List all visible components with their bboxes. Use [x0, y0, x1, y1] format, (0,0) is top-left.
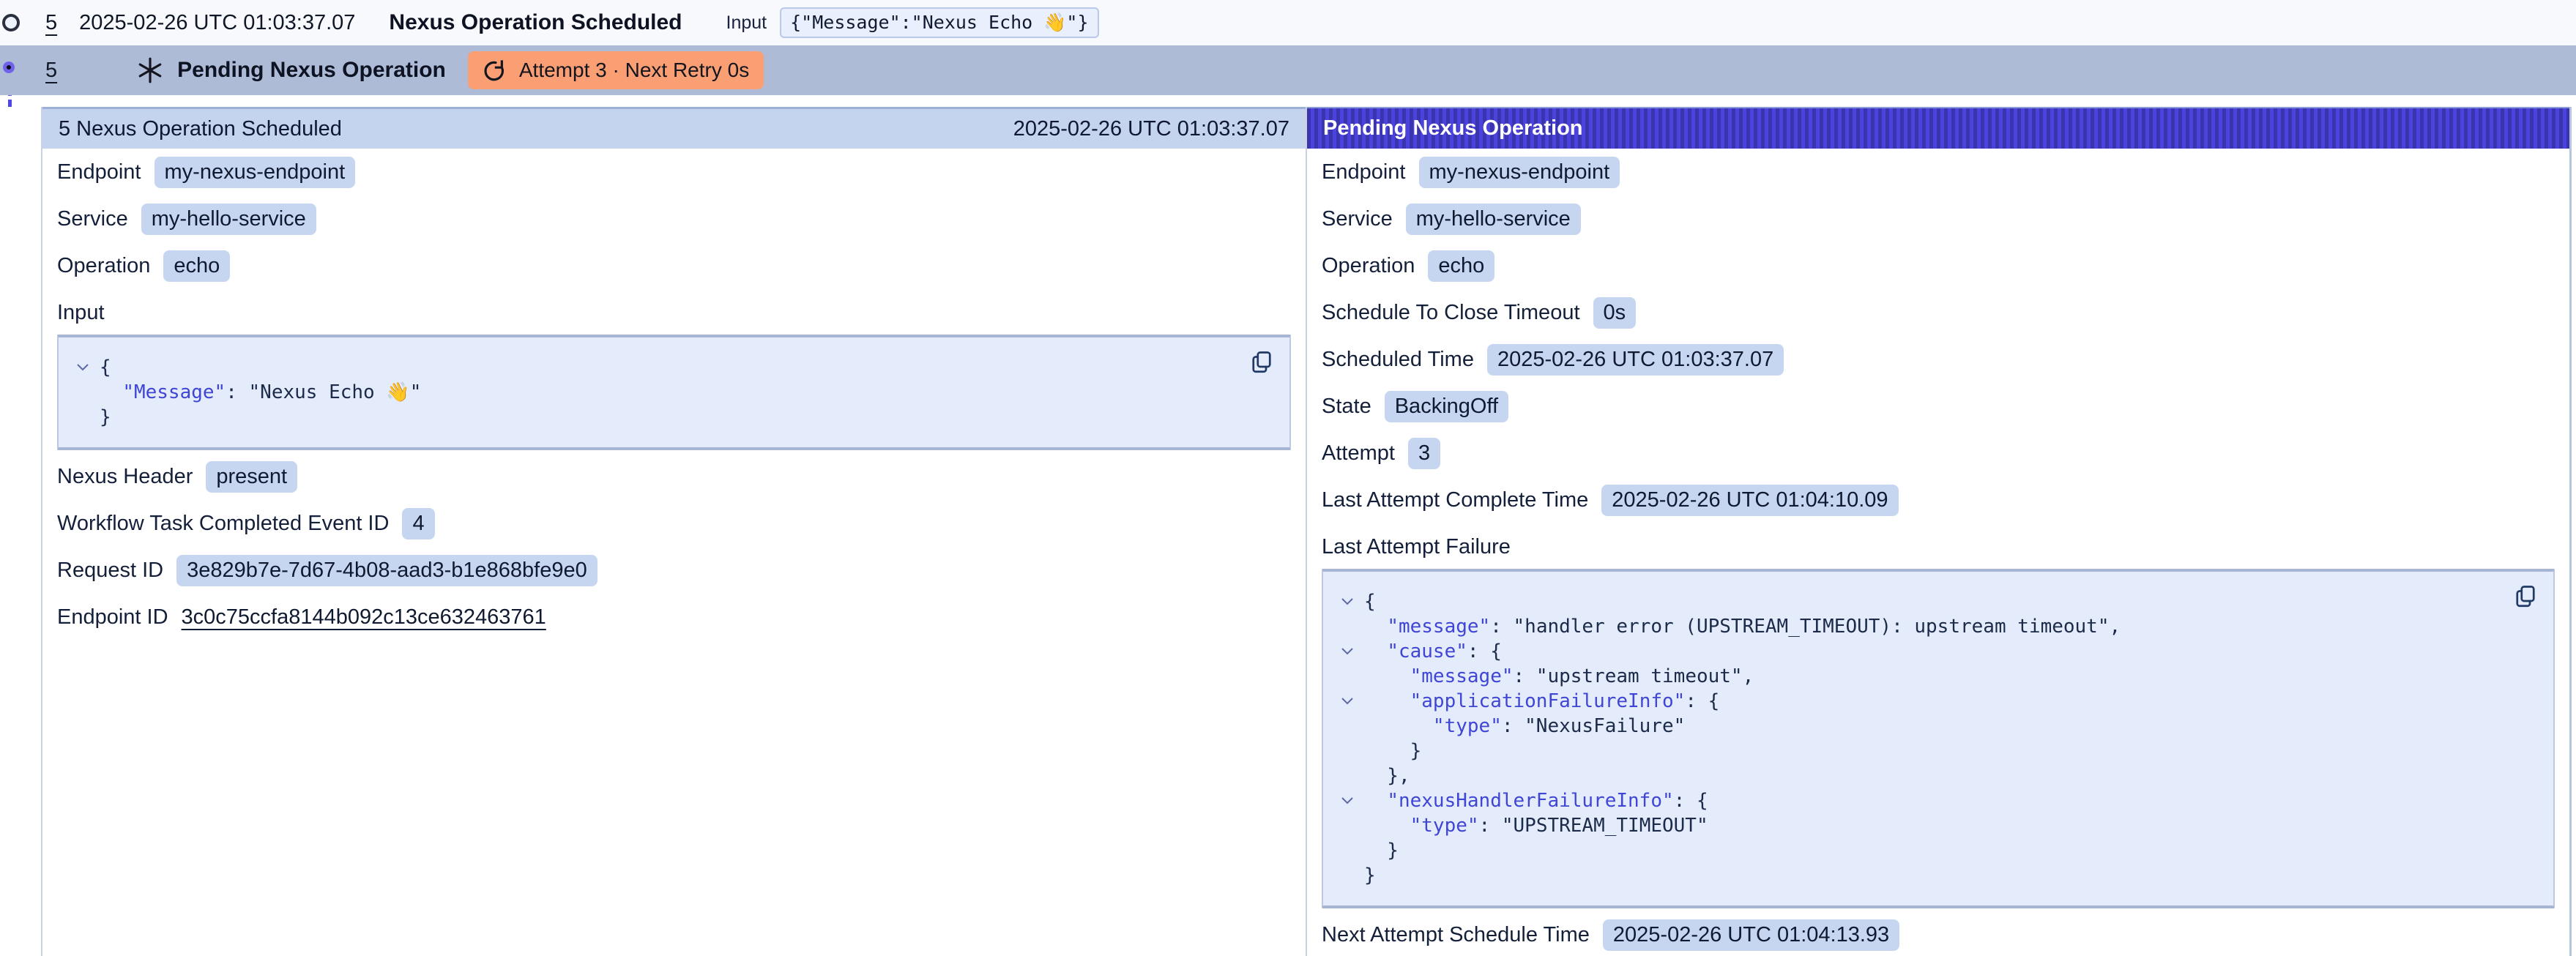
event-row-pending-nexus-operation[interactable]: 5 Pending Nexus Operation Attempt 3 · Ne… [0, 45, 2576, 95]
code-gutter [1330, 714, 1364, 739]
json-code-line: "cause": { [1330, 639, 2534, 664]
field-attempt: Attempt 3 [1322, 437, 2555, 469]
event-title: Pending Nexus Operation [177, 58, 446, 83]
field-next-attempt-schedule-time: Next Attempt Schedule Time 2025-02-26 UT… [1322, 919, 2555, 951]
code-gutter [1330, 614, 1364, 639]
input-json-viewer: { "Message": "Nexus Echo 👋"} [57, 335, 1291, 450]
json-code-line: } [1330, 838, 2534, 863]
collapse-chevron-icon[interactable] [1341, 698, 1353, 705]
field-operation: Operation echo [1322, 250, 2555, 282]
retry-attempt-badge: Attempt 3 · Next Retry 0s [468, 51, 764, 89]
failure-json-viewer: { "message": "handler error (UPSTREAM_TI… [1322, 569, 2555, 908]
code-gutter [1330, 739, 1364, 763]
collapse-chevron-icon[interactable] [1341, 648, 1353, 655]
event-timestamp: 2025-02-26 UTC 01:03:37.07 [79, 11, 355, 35]
value-chip: 3e829b7e-7d67-4b08-aad3-b1e868bfe9e0 [176, 555, 598, 586]
field-workflow-task-completed-event-id: Workflow Task Completed Event ID 4 [57, 507, 1291, 539]
pending-panel-header: Pending Nexus Operation [1307, 107, 2569, 149]
json-code-line: "applicationFailureInfo": { [1330, 689, 2534, 714]
panel-title: Pending Nexus Operation [1323, 116, 1583, 141]
pending-operation-panel: Pending Nexus Operation Endpoint my-nexu… [1306, 107, 2569, 956]
copy-button[interactable] [1248, 349, 1275, 378]
code-gutter [1330, 763, 1364, 788]
collapse-chevron-icon[interactable] [1341, 797, 1353, 804]
code-gutter [1330, 838, 1364, 863]
code-gutter [1330, 863, 1364, 888]
json-code-line: "nexusHandlerFailureInfo": { [1330, 788, 2534, 813]
value-chip: echo [1428, 250, 1494, 282]
value-chip: my-nexus-endpoint [1419, 157, 1620, 188]
field-scheduled-time: Scheduled Time 2025-02-26 UTC 01:03:37.0… [1322, 343, 2555, 376]
field-nexus-header: Nexus Header present [57, 460, 1291, 493]
event-detail-container: 5 Nexus Operation Scheduled 2025-02-26 U… [41, 107, 2572, 956]
timeline-event-circle-icon [2, 14, 20, 31]
code-gutter [66, 380, 100, 405]
code-gutter [1330, 813, 1364, 838]
event-id-link[interactable]: 5 [45, 11, 57, 35]
json-code-line: } [1330, 863, 2534, 888]
field-endpoint: Endpoint my-nexus-endpoint [1322, 156, 2555, 188]
retry-icon [483, 58, 507, 83]
json-code-line: { [66, 355, 1270, 380]
value-chip: 2025-02-26 UTC 01:04:13.93 [1603, 919, 1899, 951]
field-service: Service my-hello-service [1322, 203, 2555, 235]
copy-button[interactable] [2512, 583, 2539, 612]
field-schedule-to-close-timeout: Schedule To Close Timeout 0s [1322, 296, 2555, 329]
value-chip: echo [163, 250, 230, 282]
event-row-nexus-operation-scheduled[interactable]: 5 2025-02-26 UTC 01:03:37.07 Nexus Opera… [0, 0, 2576, 45]
json-code-line: "message": "upstream timeout", [1330, 664, 2534, 689]
input-section-label: Input [57, 296, 1291, 329]
field-request-id: Request ID 3e829b7e-7d67-4b08-aad3-b1e86… [57, 554, 1291, 586]
scheduled-panel-header: 5 Nexus Operation Scheduled 2025-02-26 U… [42, 107, 1306, 149]
json-code-line: "type": "UPSTREAM_TIMEOUT" [1330, 813, 2534, 838]
timeline-pending-dot-icon [3, 61, 15, 73]
copy-icon [1248, 349, 1275, 376]
value-chip: 2025-02-26 UTC 01:03:37.07 [1487, 344, 1784, 376]
scheduled-event-panel: 5 Nexus Operation Scheduled 2025-02-26 U… [42, 107, 1306, 956]
value-chip: BackingOff [1385, 391, 1508, 422]
copy-icon [2512, 583, 2539, 610]
field-endpoint: Endpoint my-nexus-endpoint [57, 156, 1291, 188]
json-code-line: "Message": "Nexus Echo 👋" [66, 380, 1270, 405]
value-chip: present [206, 461, 297, 493]
value-chip: my-hello-service [141, 203, 316, 235]
field-state: State BackingOff [1322, 390, 2555, 422]
value-chip: my-nexus-endpoint [155, 157, 356, 188]
endpoint-id-link[interactable]: 3c0c75ccfa8144b092c13ce632463761 [182, 605, 546, 630]
value-chip: my-hello-service [1406, 203, 1581, 235]
field-service: Service my-hello-service [57, 203, 1291, 235]
code-gutter [1330, 664, 1364, 689]
code-gutter [66, 405, 100, 430]
collapse-chevron-icon[interactable] [1341, 598, 1353, 605]
last-attempt-failure-label: Last Attempt Failure [1322, 531, 2555, 563]
json-code-line: } [66, 405, 1270, 430]
json-code-line: "message": "handler error (UPSTREAM_TIME… [1330, 614, 2534, 639]
field-endpoint-id: Endpoint ID 3c0c75ccfa8144b092c13ce63246… [57, 601, 1291, 633]
value-chip: 0s [1593, 297, 1637, 329]
event-title: Nexus Operation Scheduled [389, 10, 682, 35]
workflow-event-history-view: 5 2025-02-26 UTC 01:03:37.07 Nexus Opera… [0, 0, 2576, 956]
value-chip: 4 [402, 508, 434, 539]
panel-title: 5 Nexus Operation Scheduled [59, 117, 342, 141]
panel-timestamp: 2025-02-26 UTC 01:03:37.07 [1013, 117, 1289, 141]
field-last-attempt-complete-time: Last Attempt Complete Time 2025-02-26 UT… [1322, 484, 2555, 516]
input-value-chip[interactable]: {"Message":"Nexus Echo 👋"} [780, 7, 1098, 38]
json-code-line: { [1330, 589, 2534, 614]
input-label: Input [726, 12, 767, 34]
event-id-link[interactable]: 5 [45, 59, 57, 83]
json-code-line: } [1330, 739, 2534, 763]
value-chip: 3 [1408, 438, 1440, 469]
pending-asterisk-icon [136, 56, 164, 84]
value-chip: 2025-02-26 UTC 01:04:10.09 [1601, 485, 1898, 516]
field-operation: Operation echo [57, 250, 1291, 282]
json-code-line: }, [1330, 763, 2534, 788]
collapse-chevron-icon[interactable] [77, 364, 89, 371]
json-code-line: "type": "NexusFailure" [1330, 714, 2534, 739]
